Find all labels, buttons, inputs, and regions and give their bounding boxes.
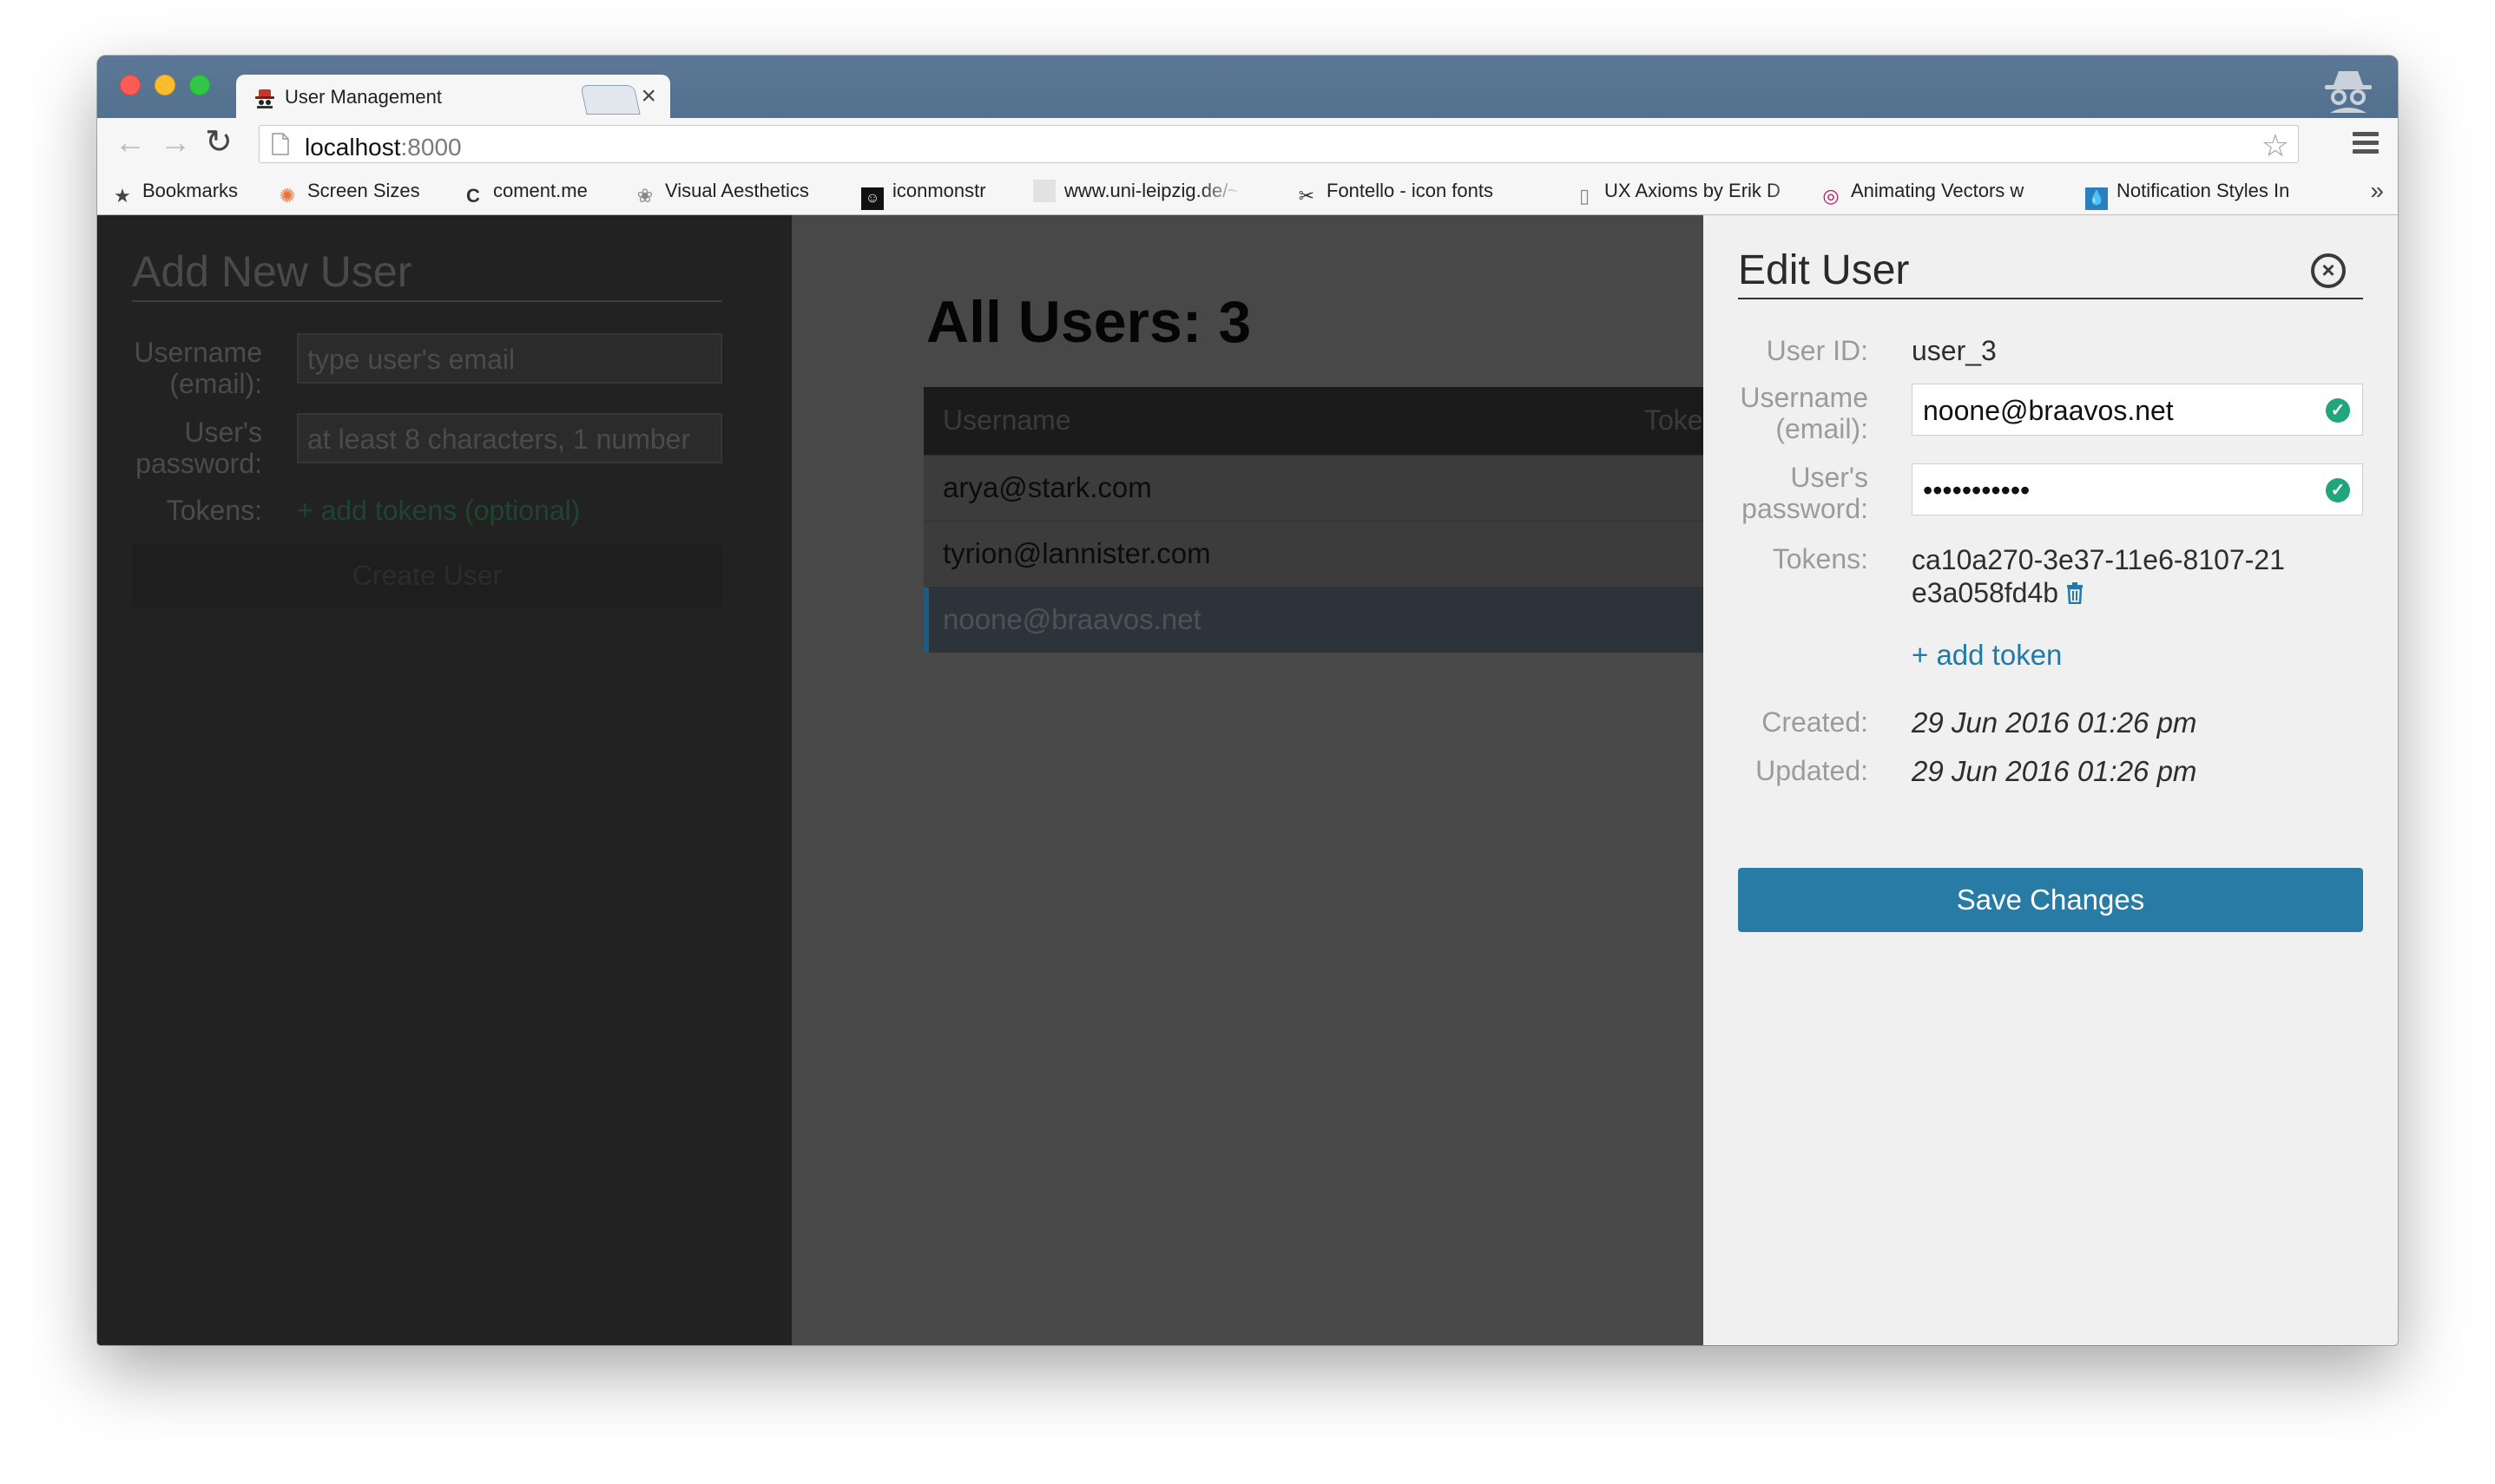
valid-check-icon: ✓: [2326, 478, 2350, 502]
folder-icon: [1033, 180, 1056, 202]
token-item: ca10a270-3e37-11e6-8107-21e3a058fd4b: [1912, 543, 2294, 609]
trash-icon[interactable]: [2065, 581, 2084, 604]
title-bar: User Management ×: [97, 56, 2398, 120]
url-port: :8000: [400, 134, 462, 161]
window-minimize-button[interactable]: [155, 75, 175, 95]
bookmark-notification-styles[interactable]: 💧 Notification Styles In: [2085, 180, 2337, 210]
bookmark-label: Screen Sizes: [307, 180, 420, 201]
table-row-selected[interactable]: noone@braavos.net 1 2: [924, 587, 1803, 653]
users-table: Username Tokens arya@stark.com 0 2 tyrio…: [924, 387, 1803, 653]
column-header-username[interactable]: Username: [943, 404, 1071, 437]
iconmonstr-icon: ☺: [861, 187, 884, 210]
create-user-button[interactable]: Create User: [132, 543, 722, 607]
table-row[interactable]: tyrion@lannister.com 0 2: [924, 521, 1803, 587]
bookmark-visual-aesthetics[interactable]: ❀ Visual Aesthetics: [634, 180, 809, 207]
fontello-icon: ✂: [1298, 185, 1315, 207]
cell-username: noone@braavos.net: [943, 603, 1201, 635]
bookmark-ux-axioms[interactable]: ▯ UX Axioms by Erik D: [1573, 180, 1816, 207]
edit-user-title: Edit User: [1738, 246, 2363, 299]
user-id-value: user_3: [1912, 335, 1997, 366]
updated-label: Updated:: [1755, 755, 1868, 786]
bookmark-label: Visual Aesthetics: [665, 180, 809, 201]
valid-check-icon: ✓: [2326, 398, 2350, 423]
screen-sizes-icon: ✺: [279, 185, 296, 207]
bookmark-animating-vectors[interactable]: ◎ Animating Vectors w: [1820, 180, 2080, 207]
drop-icon: 💧: [2085, 187, 2108, 210]
bookmark-label: UX Axioms by Erik D: [1604, 180, 1781, 201]
coment-icon: C: [466, 185, 480, 207]
cell-username: tyrion@lannister.com: [943, 537, 1211, 569]
username-label: Username (email):: [1740, 382, 1868, 444]
bookmark-uni-leipzig[interactable]: www.uni-leipzig.de/~: [1033, 180, 1241, 202]
animating-vectors-icon: ◎: [1822, 185, 1840, 207]
users-heading: All Users: 3: [926, 289, 1252, 355]
bookmark-screen-sizes[interactable]: ✺ Screen Sizes: [276, 180, 420, 207]
username-input[interactable]: noone@braavos.net ✓: [1912, 384, 2363, 436]
edit-user-panel: Edit User × User ID: user_3 Username (em…: [1703, 215, 2398, 1345]
star-icon: ★: [114, 185, 131, 207]
more-bookmarks-icon[interactable]: »: [2370, 177, 2384, 205]
add-token-link[interactable]: + add token: [1912, 639, 2062, 672]
password-label: User's password:: [1741, 462, 1868, 524]
url-text: localhost:8000: [305, 134, 462, 161]
tokens-label: Tokens:: [166, 495, 262, 526]
add-user-title: Add New User: [132, 246, 722, 302]
hamburger-menu-icon[interactable]: [2353, 132, 2379, 154]
tokens-label: Tokens:: [1772, 543, 1868, 575]
add-tokens-link[interactable]: + add tokens (optional): [297, 495, 580, 527]
incognito-icon: [2325, 71, 2372, 113]
username-input-value: noone@braavos.net: [1923, 395, 2174, 426]
flower-icon: ❀: [636, 185, 654, 207]
back-arrow-icon[interactable]: ←: [115, 127, 146, 158]
token-value: ca10a270-3e37-11e6-8107-21e3a058fd4b: [1912, 544, 2285, 608]
tab-title: User Management: [285, 86, 442, 108]
bookmark-star-icon[interactable]: ☆: [2261, 128, 2289, 164]
spy-favicon-icon: [255, 89, 274, 108]
new-tab-button[interactable]: [580, 85, 641, 115]
page-icon: [272, 133, 289, 155]
forward-arrow-icon[interactable]: →: [160, 127, 191, 158]
bookmark-label: coment.me: [493, 180, 588, 201]
bookmark-label: Notification Styles In: [2116, 180, 2290, 201]
password-input-value: •••••••••••: [1923, 475, 2031, 506]
created-label: Created:: [1761, 706, 1868, 738]
reload-icon[interactable]: ↻: [205, 126, 233, 159]
bookmark-coment[interactable]: Ccoment.me: [462, 180, 588, 207]
table-row[interactable]: arya@stark.com 0 2: [924, 455, 1803, 521]
bookmark-label: Fontello - icon fonts: [1326, 180, 1493, 201]
browser-toolbar: ← → ↻ localhost:8000 ☆: [97, 118, 2398, 168]
table-header: Username Tokens: [924, 387, 1732, 455]
username-label: Username (email):: [134, 337, 262, 399]
save-changes-button[interactable]: Save Changes: [1738, 868, 2363, 932]
cell-username: arya@stark.com: [943, 471, 1152, 503]
bookmark-label: www.uni-leipzig.de/~: [1064, 180, 1240, 201]
new-password-input[interactable]: at least 8 characters, 1 number: [297, 413, 722, 463]
tab-close-icon[interactable]: ×: [641, 82, 656, 111]
add-user-panel: Add New User Username (email): type user…: [97, 215, 792, 1345]
user-id-label: User ID:: [1766, 335, 1868, 366]
bookmark-fontello[interactable]: ✂ Fontello - icon fonts: [1295, 180, 1556, 207]
password-label: User's password:: [135, 417, 262, 479]
page-icon: ▯: [1578, 185, 1590, 207]
bookmark-label: iconmonstr: [892, 180, 986, 201]
url-host: localhost: [305, 134, 401, 161]
address-bar[interactable]: localhost:8000 ☆: [259, 125, 2299, 163]
password-input[interactable]: ••••••••••• ✓: [1912, 463, 2363, 515]
new-username-input[interactable]: type user's email: [297, 333, 722, 384]
bookmark-bookmarks[interactable]: ★ Bookmarks: [111, 180, 238, 207]
bookmark-label: Bookmarks: [142, 180, 239, 201]
window-close-button[interactable]: [120, 75, 141, 95]
bookmark-iconmonstr[interactable]: ☺ iconmonstr: [861, 180, 986, 210]
updated-value: 29 Jun 2016 01:26 pm: [1912, 755, 2197, 787]
bookmark-label: Animating Vectors w: [1851, 180, 2024, 201]
page-content: Add New User Username (email): type user…: [97, 215, 2398, 1345]
close-panel-icon[interactable]: ×: [2311, 253, 2346, 288]
bookmarks-bar: ★ Bookmarks ✺ Screen Sizes Ccoment.me ❀ Vis…: [97, 168, 2398, 215]
window-maximize-button[interactable]: [189, 75, 210, 95]
browser-window: User Management × ← → ↻ localhost:8000 ☆…: [97, 56, 2398, 1345]
created-value: 29 Jun 2016 01:26 pm: [1912, 706, 2197, 739]
